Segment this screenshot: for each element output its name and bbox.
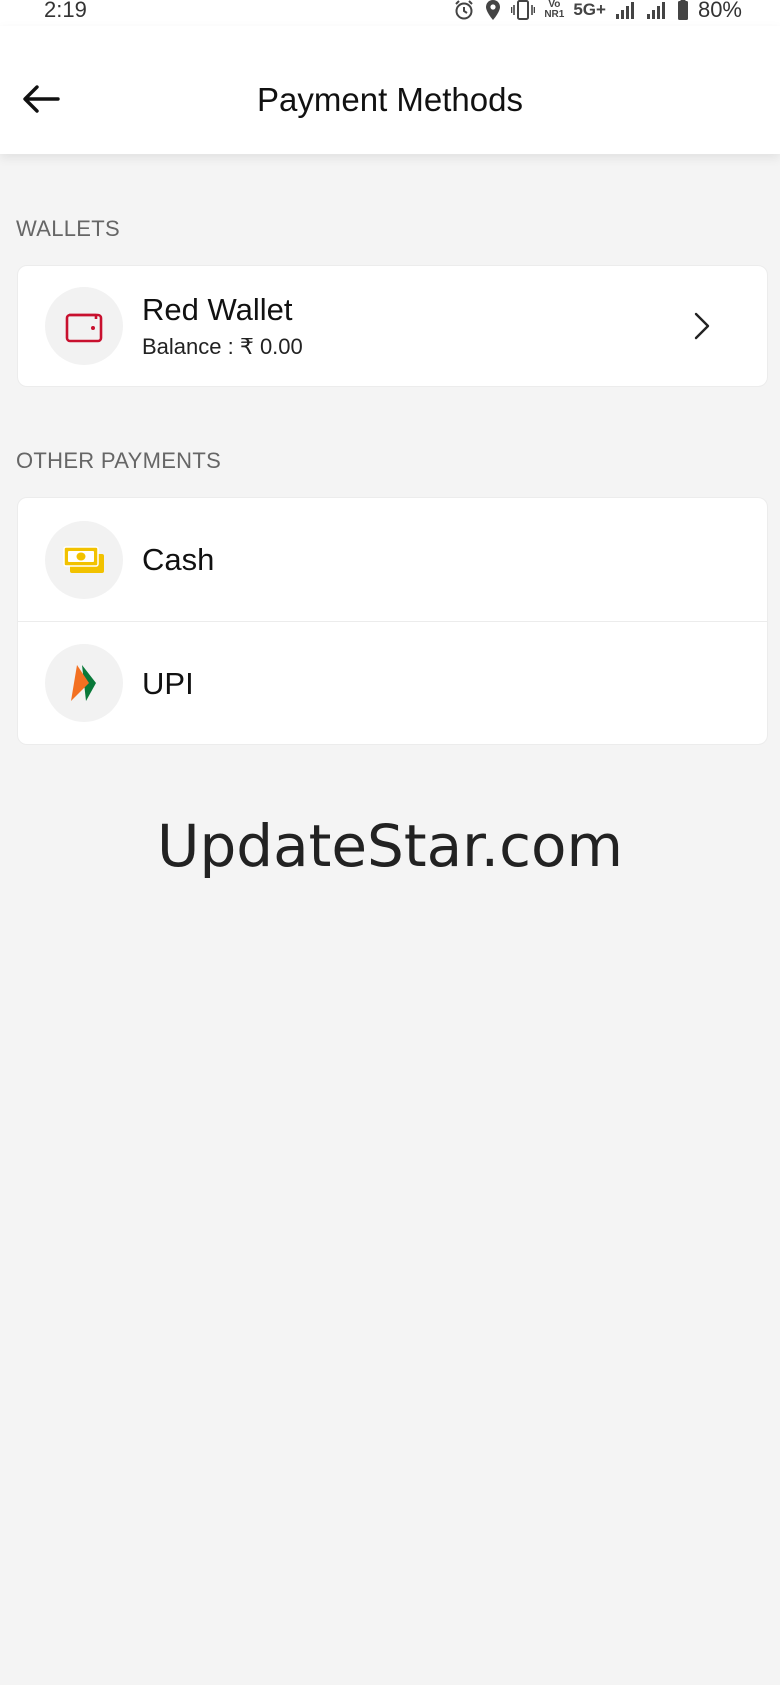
app-bar: Payment Methods: [0, 26, 780, 154]
watermark-text: UpdateStar.com: [157, 812, 623, 880]
cash-icon-circle: [45, 520, 123, 599]
cash-label: Cash: [142, 542, 215, 577]
signal-icon: [615, 0, 637, 20]
wallet-icon-circle: [45, 287, 123, 365]
wallet-balance: Balance : ₹ 0.00: [142, 334, 303, 359]
upi-row[interactable]: UPI: [18, 621, 767, 744]
chevron-right-icon: [694, 312, 710, 340]
upi-logo-icon: [71, 665, 96, 701]
location-icon: [484, 0, 502, 21]
red-wallet-row[interactable]: Red Wallet Balance : ₹ 0.00: [18, 266, 767, 386]
signal-icon: [646, 0, 668, 20]
battery-percent: 80%: [697, 0, 742, 22]
other-payments-card: Cash UPI: [17, 497, 768, 745]
status-bar: 2:19 Vo NR1 5G+ 80%: [0, 0, 780, 26]
upi-text: UPI: [142, 666, 194, 702]
wallet-name: Red Wallet: [142, 292, 293, 327]
vibrate-icon: [511, 0, 536, 21]
red-wallet-text: Red Wallet Balance : ₹ 0.00: [142, 292, 303, 360]
cash-icon: [63, 545, 104, 573]
wallets-card: Red Wallet Balance : ₹ 0.00: [17, 265, 768, 387]
network-type: 5G+: [573, 0, 606, 19]
cash-row[interactable]: Cash: [18, 498, 767, 621]
network-bottom-text: NR1: [544, 9, 565, 20]
volte-icon: Vo NR1: [544, 0, 564, 20]
page-title: Payment Methods: [257, 81, 523, 118]
status-time: 2:19: [44, 0, 87, 22]
status-icons: Vo NR1 5G+ 80%: [453, 0, 742, 23]
other-payments-section-label: OTHER PAYMENTS: [16, 448, 222, 473]
battery-icon: [677, 0, 689, 21]
cash-text: Cash: [142, 542, 214, 578]
upi-icon-circle: [45, 644, 123, 722]
upi-label: UPI: [142, 666, 194, 701]
alarm-icon: [453, 0, 475, 21]
wallet-icon: [65, 313, 103, 343]
wallets-section-label: WALLETS: [16, 216, 120, 241]
